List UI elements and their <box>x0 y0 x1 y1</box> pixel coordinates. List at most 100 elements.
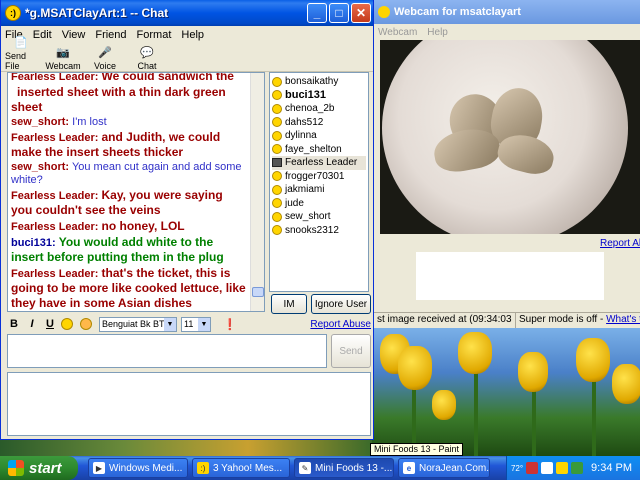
smiley-icon <box>272 76 282 87</box>
minimize-button[interactable]: _ <box>307 3 327 23</box>
webcam-button[interactable]: 📷 Webcam <box>45 46 80 71</box>
taskbar-item-yahoo-messenger[interactable]: :) 3 Yahoo! Mes... <box>192 458 290 478</box>
user-name: faye_shelton <box>285 143 342 155</box>
tray-network-icon[interactable] <box>571 462 583 474</box>
user-list-item[interactable]: dahs512 <box>272 116 366 130</box>
user-name: bonsaikathy <box>285 76 339 88</box>
ignore-user-button[interactable]: Ignore User <box>311 294 371 314</box>
user-list-item[interactable]: faye_shelton <box>272 143 366 157</box>
taskbar-item-media-player[interactable]: ▶ Windows Medi... <box>88 458 188 478</box>
user-list-item[interactable]: Fearless Leader <box>272 156 366 170</box>
taskbar-item-label: Mini Foods 13 -... <box>315 462 393 474</box>
smiley-icon <box>272 171 282 182</box>
underline-button[interactable]: U <box>43 318 57 330</box>
font-select-value: Benguiat Bk BT <box>102 319 165 329</box>
webcam-menu-help[interactable]: Help <box>427 27 448 38</box>
chat-message: buci131: You would add white to the inse… <box>11 235 261 265</box>
voice-icon: 🎤 <box>98 47 112 59</box>
super-mode-text: Super mode is off - <box>519 314 607 325</box>
user-list-item[interactable]: frogger70301 <box>272 170 366 184</box>
webcam-window-title: Webcam for msatclayart <box>394 6 521 18</box>
last-image-status: st image received at (09:34:03 PM) <box>374 313 517 328</box>
message-sender: buci131: <box>11 237 56 249</box>
smiley-icon <box>272 144 282 155</box>
chat-toolbar: 📄 Send File 📷 Webcam 🎤 Voice 💬 Chat <box>1 37 373 72</box>
maximize-button[interactable]: □ <box>329 3 349 23</box>
lower-panel <box>7 372 371 436</box>
im-button[interactable]: IM <box>271 294 307 314</box>
menu-format[interactable]: Format <box>137 29 172 41</box>
chevron-down-icon: ▼ <box>164 317 176 331</box>
desktop-wallpaper-strip <box>0 438 372 456</box>
tray-app-icon[interactable] <box>526 462 538 474</box>
user-list-item[interactable]: chenoa_2b <box>272 102 366 116</box>
chat-icon: 💬 <box>140 47 154 59</box>
voice-button[interactable]: 🎤 Voice <box>89 46 121 71</box>
smiley-icon <box>272 198 282 209</box>
italic-button[interactable]: I <box>25 318 39 330</box>
webcam-titlebar[interactable]: Webcam for msatclayart <box>374 0 640 24</box>
audible-icon[interactable] <box>80 318 92 330</box>
bold-button[interactable]: B <box>7 318 21 330</box>
message-sender: sew_short: <box>11 161 70 173</box>
font-size-value: 11 <box>184 319 194 329</box>
conversation-pane[interactable]: Fearless Leader: We could sandwich the in… <box>7 72 265 312</box>
webcam-window: Webcam for msatclayart Webcam Help Repor… <box>374 0 640 328</box>
menu-view[interactable]: View <box>62 29 86 41</box>
alert-icon[interactable]: ❗ <box>223 318 237 331</box>
chevron-down-icon: ▼ <box>198 317 210 331</box>
chat-message: inserted sheet with a thin dark green sh… <box>11 85 261 115</box>
conversation-scrollbar[interactable] <box>250 73 264 311</box>
taskbar-item-label: Windows Medi... <box>109 462 183 474</box>
message-compose-input[interactable] <box>7 334 327 368</box>
font-size-select[interactable]: 11 ▼ <box>181 316 211 332</box>
scrollbar-thumb[interactable] <box>252 287 264 297</box>
user-list-item[interactable]: bonsaikathy <box>272 75 366 89</box>
chat-titlebar[interactable]: :) *g.MSATClayArt:1 -- Chat _ □ ✕ <box>1 0 373 26</box>
message-sender: Fearless Leader: <box>11 268 99 280</box>
user-list-item[interactable]: buci131 <box>272 89 366 103</box>
user-name: chenoa_2b <box>285 103 335 115</box>
menu-help[interactable]: Help <box>181 29 204 41</box>
format-toolbar: B I U Benguiat Bk BT ▼ 11 ▼ ❗ Report Abu… <box>7 316 371 332</box>
send-file-button[interactable]: 📄 Send File <box>5 36 37 71</box>
user-list-item[interactable]: jakmiami <box>272 183 366 197</box>
webcam-status-bar: st image received at (09:34:03 PM) Super… <box>374 312 640 328</box>
webcam-menu-webcam[interactable]: Webcam <box>378 27 417 38</box>
room-user-list[interactable]: bonsaikathy buci131 chenoa_2b dahs512 dylinn… <box>269 72 369 292</box>
report-abuse-link[interactable]: Report Abuse <box>310 319 371 330</box>
system-tray: 72° 9:34 PM <box>506 456 640 480</box>
tray-temperature-icon[interactable]: 72° <box>511 462 523 474</box>
taskbar-item-browser[interactable]: e NoraJean.Com... <box>398 458 490 478</box>
webcam-info-box <box>416 252 604 300</box>
whats-this-link[interactable]: What's th <box>606 314 640 325</box>
user-list-item[interactable]: sew_short <box>272 210 366 224</box>
emoticon-icon[interactable] <box>61 318 73 330</box>
user-name: dylinna <box>285 130 317 142</box>
smiley-icon <box>272 90 282 101</box>
user-list-item[interactable]: jude <box>272 197 366 211</box>
taskbar-item-label: 3 Yahoo! Mes... <box>213 462 283 474</box>
chat-message: Fearless Leader: and Judith, we could ma… <box>11 130 261 160</box>
user-name: buci131 <box>285 89 326 102</box>
message-text: inserted sheet with a thin dark green sh… <box>11 85 226 114</box>
chat-button[interactable]: 💬 Chat <box>131 46 163 71</box>
tray-messenger-icon[interactable] <box>556 462 568 474</box>
chat-message: sew_short: I'm lost <box>11 116 261 129</box>
tray-cox-icon[interactable] <box>541 462 553 474</box>
webcam-report-abuse-link[interactable]: Report Ab <box>600 238 640 249</box>
font-select[interactable]: Benguiat Bk BT ▼ <box>99 316 177 332</box>
chat-window-title: *g.MSATClayArt:1 -- Chat <box>25 6 169 20</box>
taskbar-item-paint[interactable]: ✎ Mini Foods 13 -... <box>294 458 394 478</box>
menu-friend[interactable]: Friend <box>95 29 126 41</box>
send-button[interactable]: Send <box>331 334 371 368</box>
close-button[interactable]: ✕ <box>351 3 371 23</box>
user-list-item[interactable]: snooks2312 <box>272 224 366 238</box>
chat-label: Chat <box>137 61 157 71</box>
user-name: snooks2312 <box>285 224 339 236</box>
media-player-icon: ▶ <box>93 462 105 474</box>
user-list-item[interactable]: dylinna <box>272 129 366 143</box>
voice-label: Voice <box>93 61 117 71</box>
start-button[interactable]: start <box>0 456 78 480</box>
windows-flag-icon <box>8 460 24 476</box>
